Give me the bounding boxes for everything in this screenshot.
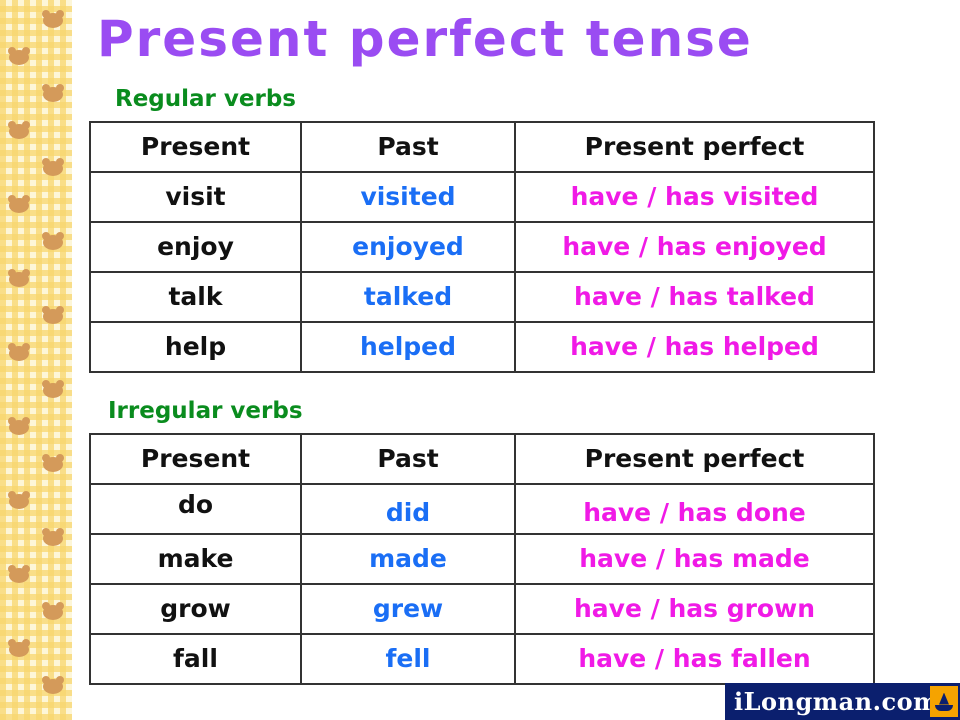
bear-icon (8, 417, 30, 435)
irregular-verbs-table: Present Past Present perfect do did have… (89, 433, 875, 685)
column-header-present: Present (89, 433, 302, 485)
column-header-present-perfect: Present perfect (514, 121, 875, 173)
present-perfect-cell: have / has grown (514, 583, 875, 635)
present-perfect-cell: have / has enjoyed (514, 221, 875, 273)
table-row: enjoy enjoyed have / has enjoyed (89, 221, 875, 273)
bear-icon (8, 491, 30, 509)
bear-icon (8, 269, 30, 287)
ship-icon (930, 686, 958, 717)
past-cell: grew (300, 583, 516, 635)
logo-text: iLongman.com (734, 687, 939, 716)
present-cell: fall (89, 633, 302, 685)
present-cell: make (89, 533, 302, 585)
column-header-present-perfect: Present perfect (514, 433, 875, 485)
regular-verbs-heading: Regular verbs (115, 86, 296, 112)
table-row: help helped have / has helped (89, 321, 875, 373)
bear-icon (42, 602, 64, 620)
column-header-past: Past (300, 433, 516, 485)
present-cell: visit (89, 171, 302, 223)
bear-icon (42, 454, 64, 472)
bear-icon (42, 232, 64, 250)
past-cell: helped (300, 321, 516, 373)
bear-icon (42, 10, 64, 28)
past-cell: made (300, 533, 516, 585)
present-perfect-cell: have / has talked (514, 271, 875, 323)
past-cell: did (300, 483, 516, 535)
present-perfect-cell: have / has helped (514, 321, 875, 373)
bear-icon (8, 343, 30, 361)
bear-icon (42, 380, 64, 398)
bear-icon (42, 84, 64, 102)
past-cell: talked (300, 271, 516, 323)
present-cell: grow (89, 583, 302, 635)
table-header-row: Present Past Present perfect (89, 121, 875, 173)
bear-icon (42, 158, 64, 176)
decorative-gingham-strip (0, 0, 72, 720)
past-cell: visited (300, 171, 516, 223)
present-perfect-cell: have / has fallen (514, 633, 875, 685)
column-header-past: Past (300, 121, 516, 173)
regular-verbs-table: Present Past Present perfect visit visit… (89, 121, 875, 373)
bear-icon (8, 195, 30, 213)
table-row: make made have / has made (89, 533, 875, 585)
column-header-present: Present (89, 121, 302, 173)
present-cell: help (89, 321, 302, 373)
bear-icon (42, 676, 64, 694)
ilongman-logo[interactable]: iLongman.com (725, 683, 960, 720)
past-cell: fell (300, 633, 516, 685)
bear-icon (8, 121, 30, 139)
bear-icon (42, 306, 64, 324)
table-row: fall fell have / has fallen (89, 633, 875, 685)
present-perfect-cell: have / has done (514, 483, 875, 535)
table-row: grow grew have / has grown (89, 583, 875, 635)
irregular-verbs-heading: Irregular verbs (108, 398, 303, 424)
table-row: visit visited have / has visited (89, 171, 875, 223)
table-row: talk talked have / has talked (89, 271, 875, 323)
table-header-row: Present Past Present perfect (89, 433, 875, 485)
past-cell: enjoyed (300, 221, 516, 273)
table-row: do did have / has done (89, 483, 875, 535)
present-cell: talk (89, 271, 302, 323)
present-cell: enjoy (89, 221, 302, 273)
bear-icon (8, 47, 30, 65)
present-cell: do (89, 483, 302, 535)
page-title: Present perfect tense (97, 10, 753, 68)
present-perfect-cell: have / has visited (514, 171, 875, 223)
present-perfect-cell: have / has made (514, 533, 875, 585)
bear-icon (42, 528, 64, 546)
bear-icon (8, 565, 30, 583)
bear-icon (8, 639, 30, 657)
